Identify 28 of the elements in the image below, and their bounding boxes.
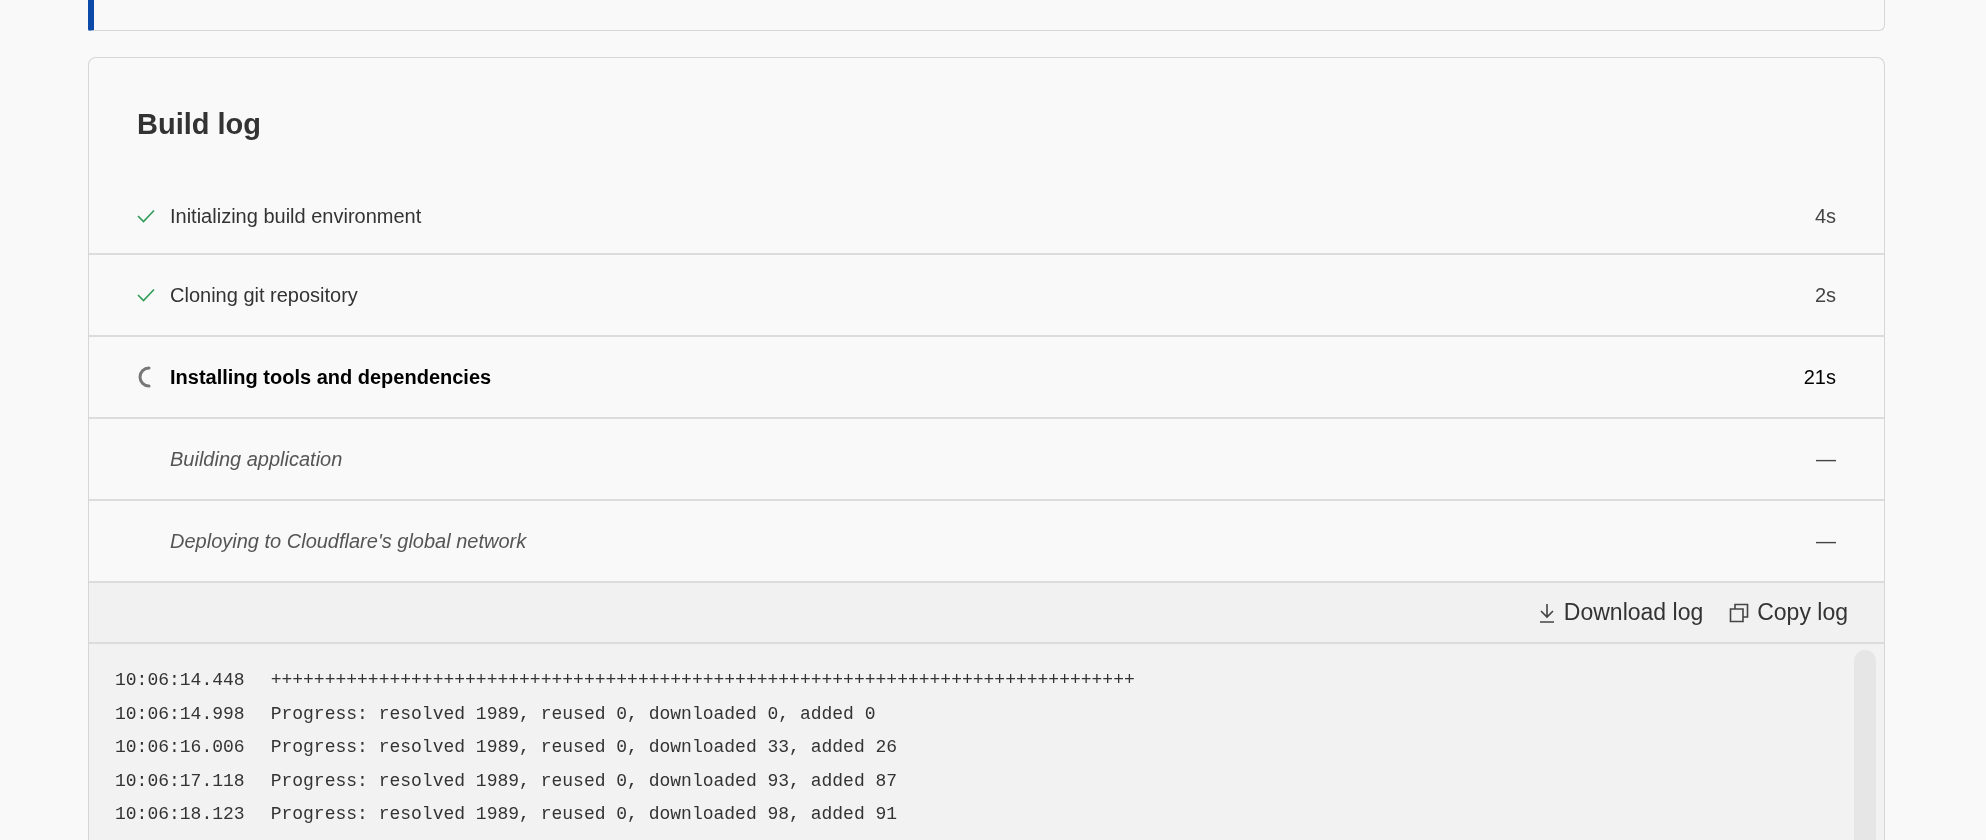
copy-icon	[1729, 602, 1750, 623]
log-timestamp: 10:06:17.118	[115, 770, 245, 793]
log-message: Progress: resolved 1989, reused 0, downloaded 0, added 0	[270, 703, 876, 726]
step-duration: —	[1816, 529, 1836, 553]
log-message: Progress: resolved 1989, reused 0, downloaded 33, added 26	[270, 737, 898, 759]
step-label: Cloning git repository	[170, 283, 359, 307]
check-icon	[137, 209, 155, 223]
log-action-link[interactable]: Download log	[1537, 599, 1704, 626]
card-title: Build log	[136, 107, 263, 142]
download-icon	[1537, 602, 1556, 623]
log-action-link[interactable]: Copy log	[1729, 599, 1848, 626]
log-timestamp: 10:06:16.006	[115, 737, 245, 759]
check-icon	[137, 288, 155, 302]
step-duration: —	[1816, 447, 1836, 471]
step-duration: 4s	[1814, 204, 1836, 228]
log-timestamp: 10:06:14.998	[115, 703, 245, 726]
log-message: Progress: resolved 1989, reused 0, downloaded 98, added 91	[270, 804, 898, 826]
step-label: Building application	[170, 447, 344, 471]
spinner-icon	[137, 366, 151, 388]
step-duration: 21s	[1803, 365, 1836, 389]
log-timestamp: 10:06:18.123	[115, 804, 245, 826]
step-duration: 2s	[1814, 283, 1836, 307]
step-label: Initializing build environment	[170, 204, 423, 228]
step-label: Deploying to Cloudflare's global network	[170, 529, 528, 553]
log-message: ++++++++++++++++++++++++++++++++++++++++++++++++++++++++++++++++++++++++++++++++	[270, 670, 1135, 692]
log-timestamp: 10:06:14.448	[115, 670, 245, 692]
log-message: Progress: resolved 1989, reused 0, downloaded 93, added 87	[270, 770, 898, 793]
step-label: Installing tools and dependencies	[170, 365, 493, 389]
